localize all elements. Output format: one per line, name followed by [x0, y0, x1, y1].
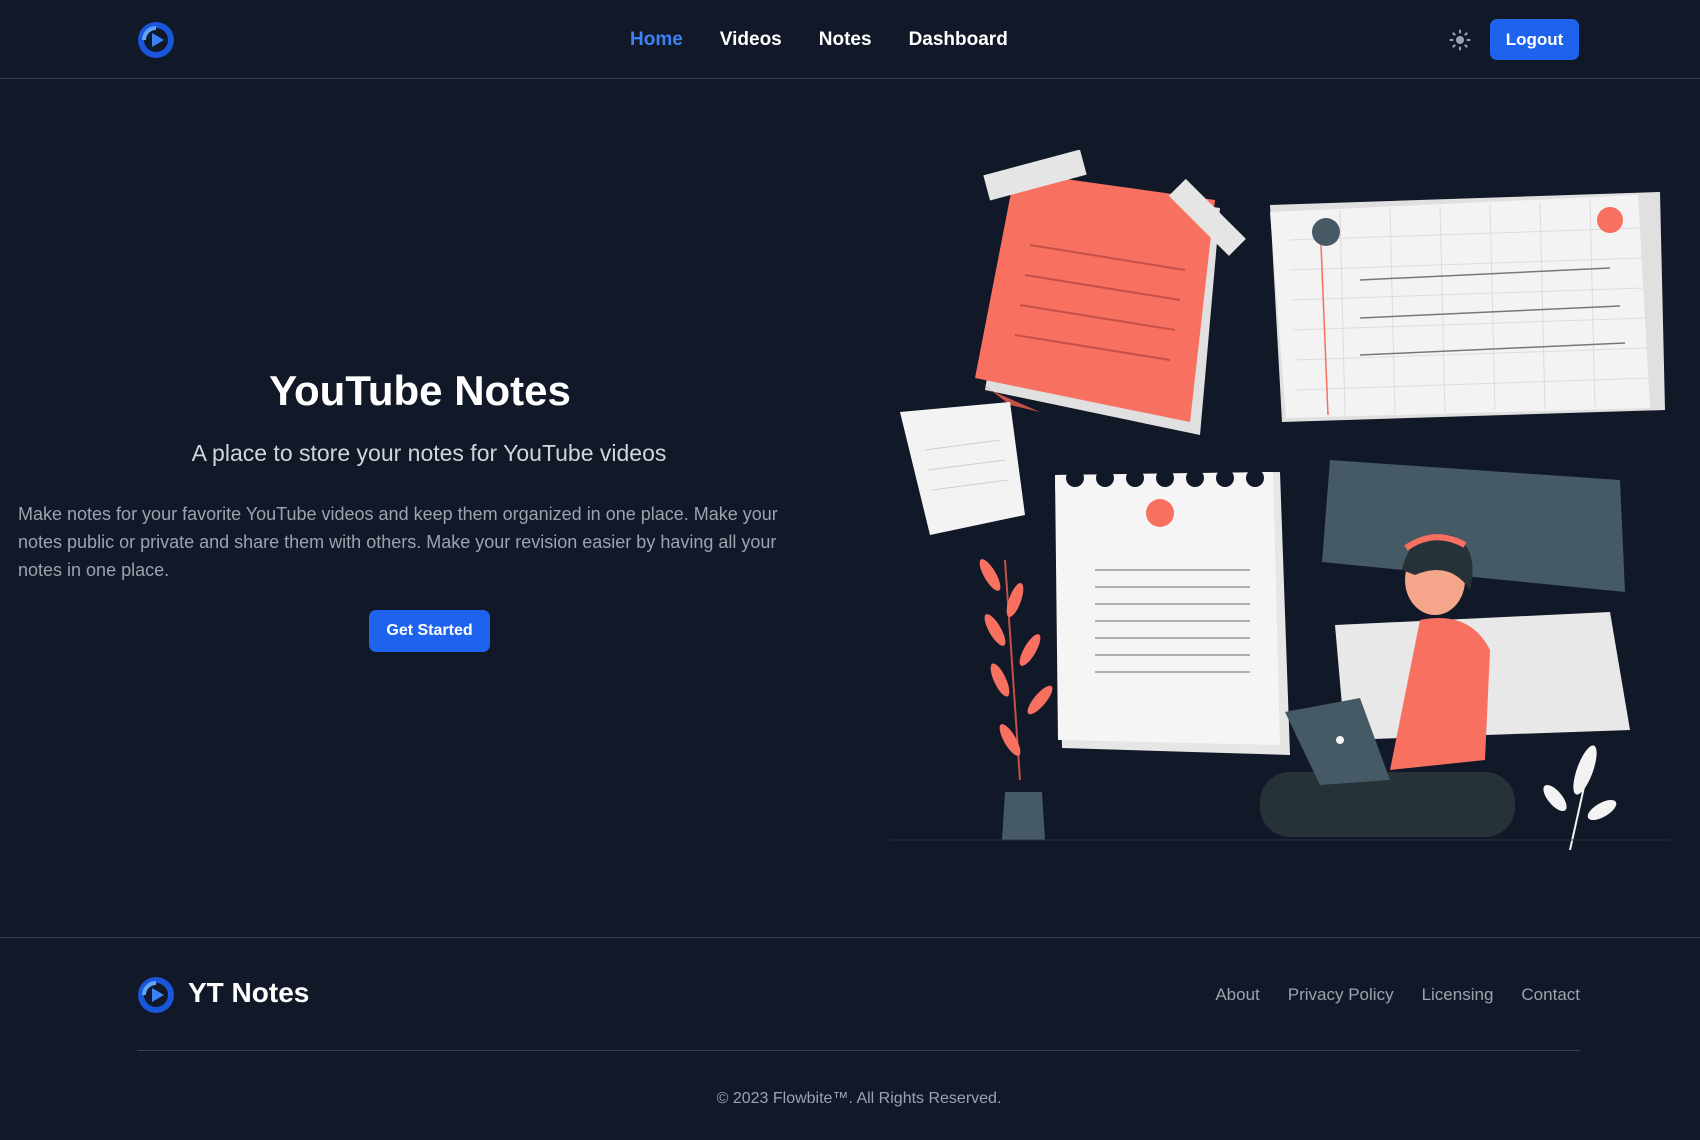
navbar: Home Videos Notes Dashboard Logout: [0, 0, 1700, 79]
nav-videos-link[interactable]: Videos: [720, 28, 782, 52]
notes-illustration: [890, 150, 1670, 850]
logo-icon[interactable]: [137, 21, 175, 59]
leaf-illustration: [1543, 745, 1617, 850]
plant-illustration: [979, 559, 1053, 840]
theme-toggle-button[interactable]: [1446, 26, 1474, 54]
get-started-button[interactable]: Get Started: [369, 610, 490, 652]
footer-divider: [137, 1050, 1580, 1051]
footer-link-contact[interactable]: Contact: [1521, 985, 1580, 1005]
grid-paper-illustration: [1270, 192, 1665, 422]
hero-subtitle: A place to store your notes for YouTube …: [191, 440, 667, 466]
main-nav: Home Videos Notes Dashboard: [630, 28, 1045, 52]
footer-nav: About Privacy Policy Licensing Contact: [1187, 985, 1580, 1005]
hero-text-section: YouTube Notes A place to store your note…: [18, 360, 840, 652]
footer-brand-name[interactable]: YT Notes: [188, 977, 309, 1009]
footer-link-licensing[interactable]: Licensing: [1422, 985, 1494, 1005]
hero-title: YouTube Notes: [269, 367, 571, 414]
logout-button[interactable]: Logout: [1490, 19, 1579, 60]
nav-dashboard-link[interactable]: Dashboard: [909, 28, 1008, 52]
hero-description: Make notes for your favorite YouTube vid…: [18, 504, 778, 580]
footer: YT Notes About Privacy Policy Licensing …: [0, 937, 1700, 1140]
sticky-note-illustration: [975, 150, 1246, 435]
nav-notes-link[interactable]: Notes: [819, 28, 872, 52]
footer-link-about[interactable]: About: [1215, 985, 1259, 1005]
footer-link-privacy-policy[interactable]: Privacy Policy: [1288, 985, 1394, 1005]
small-note-illustration: [900, 402, 1025, 535]
copyright-text: © 2023 Flowbite™. All Rights Reserved.: [716, 1090, 1002, 1107]
nav-home-link[interactable]: Home: [630, 28, 683, 52]
footer-logo-icon[interactable]: [137, 976, 175, 1014]
sun-icon: [1449, 29, 1471, 51]
notebook-illustration: [1055, 469, 1290, 755]
